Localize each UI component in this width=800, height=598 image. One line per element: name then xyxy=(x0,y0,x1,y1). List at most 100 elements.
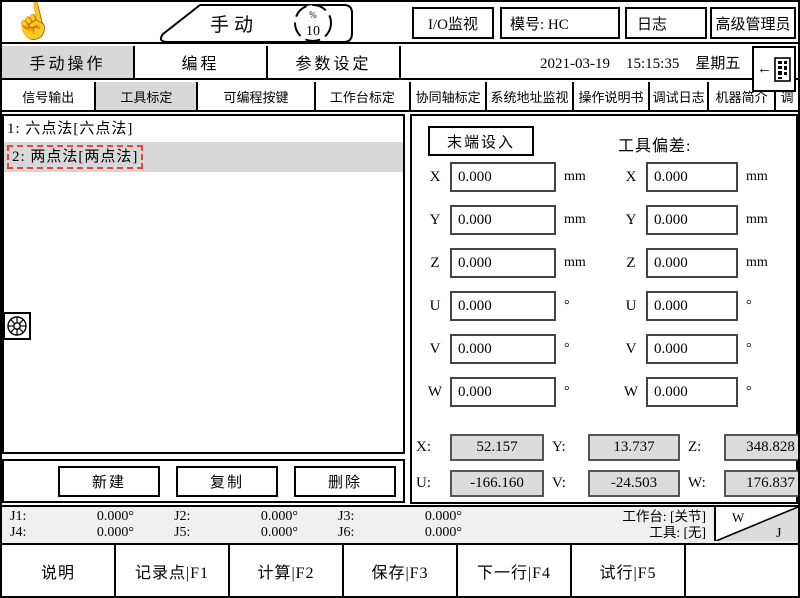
end-field-z-input[interactable] xyxy=(450,248,556,278)
top-bar: ☝ 手动 % 10 I/O监视 模号: HC 日志 高级管理员 xyxy=(2,2,798,44)
tab-programming[interactable]: 编程 xyxy=(135,46,268,78)
list-item-two-point[interactable]: 2: 两点法[两点法] xyxy=(4,142,403,172)
datetime-display: 2021-03-19 15:15:35 星期五 xyxy=(540,52,756,73)
end-field-v-input[interactable] xyxy=(450,334,556,364)
list-item-six-point[interactable]: 1: 六点法[六点法] xyxy=(4,116,403,142)
j1-label: J1: xyxy=(10,509,44,525)
time-text: 15:15:35 xyxy=(626,56,679,72)
tool-calibration-panel: 末端设入 工具偏差: Xmm Ymm Zmm U° V° W° Xmm Ymm … xyxy=(410,114,798,504)
coord-frame-toggle[interactable]: W J xyxy=(714,507,798,541)
axis-label: Y xyxy=(616,212,646,229)
save-key-f3[interactable]: 保存|F3 xyxy=(344,545,458,596)
log-button[interactable]: 日志 xyxy=(625,7,707,39)
end-field-w-input[interactable] xyxy=(450,377,556,407)
end-field-u-input[interactable] xyxy=(450,291,556,321)
j4-label: J4: xyxy=(10,525,44,541)
unit-label: ° xyxy=(564,298,590,314)
copy-button[interactable]: 复制 xyxy=(176,466,278,497)
live-y-value: 13.737 xyxy=(588,434,680,461)
list-actions-bar: 新建 复制 删除 xyxy=(2,459,405,503)
tool-offset-title: 工具偏差: xyxy=(618,132,691,156)
live-pose-values: X: 52.157 Y: 13.737 Z: 348.828 U: -166.1… xyxy=(416,434,800,497)
live-x-label: X: xyxy=(416,439,442,456)
tab-system-address-monitor[interactable]: 系统地址监视 xyxy=(487,82,574,110)
mode-banner: 手动 % 10 xyxy=(152,3,362,44)
tab-programmable-keys[interactable]: 可编程按键 xyxy=(198,82,316,110)
axis-label: X xyxy=(616,169,646,186)
next-line-key-f4[interactable]: 下一行|F4 xyxy=(458,545,572,596)
live-v-value: -24.503 xyxy=(588,470,680,497)
tab-parameter-settings[interactable]: 参数设定 xyxy=(268,46,401,78)
weekday-text: 星期五 xyxy=(695,56,740,72)
end-fields-column: Xmm Ymm Zmm U° V° W° xyxy=(420,162,590,407)
unit-label: mm xyxy=(564,255,590,271)
tab-workbench-calibration[interactable]: 工作台标定 xyxy=(316,82,411,110)
live-z-label: Z: xyxy=(688,439,716,456)
calculate-key-f2[interactable]: 计算|F2 xyxy=(230,545,344,596)
unit-label: mm xyxy=(746,169,772,185)
unit-label: ° xyxy=(746,341,772,357)
date-text: 2021-03-19 xyxy=(540,56,610,72)
admin-role-button[interactable]: 高级管理员 xyxy=(710,7,796,39)
axis-label: Z xyxy=(420,255,450,272)
j5-value: 0.000° xyxy=(208,525,302,541)
tool-mode: 工具: [无] xyxy=(622,525,706,541)
live-y-label: Y: xyxy=(552,439,580,456)
offset-field-w-input[interactable] xyxy=(646,377,738,407)
tab-tool-calibration[interactable]: 工具标定 xyxy=(96,82,198,110)
j2-label: J2: xyxy=(174,509,208,525)
trial-run-key-f5[interactable]: 试行|F5 xyxy=(572,545,686,596)
new-button[interactable]: 新建 xyxy=(58,466,160,497)
axis-label: X xyxy=(420,169,450,186)
help-key[interactable]: 说明 xyxy=(2,545,116,596)
end-set-button[interactable]: 末端设入 xyxy=(428,126,534,156)
axis-label: U xyxy=(420,298,450,315)
mode-label: 手动 xyxy=(210,14,258,36)
tab-sync-axis-calibration[interactable]: 协同轴标定 xyxy=(411,82,487,110)
delete-button[interactable]: 删除 xyxy=(294,466,396,497)
j2-value: 0.000° xyxy=(208,509,302,525)
j6-label: J6: xyxy=(338,525,372,541)
tab-operation-manual[interactable]: 操作说明书 xyxy=(574,82,650,110)
keypad-icon xyxy=(774,57,791,82)
record-point-key-f1[interactable]: 记录点|F1 xyxy=(116,545,230,596)
axis-label: U xyxy=(616,298,646,315)
pendant-screen: ☝ 手动 % 10 I/O监视 模号: HC 日志 高级管理员 手动操作 编程 … xyxy=(0,0,800,598)
empty-key[interactable] xyxy=(686,545,798,596)
jog-wheel-button[interactable] xyxy=(3,312,31,340)
keyboard-toggle-button[interactable]: ← xyxy=(752,46,796,92)
unit-label: ° xyxy=(746,298,772,314)
model-number-button[interactable]: 模号: HC xyxy=(500,7,620,39)
unit-label: mm xyxy=(746,212,772,228)
function-key-row: 说明 记录点|F1 计算|F2 保存|F3 下一行|F4 试行|F5 xyxy=(2,543,798,596)
tab-debug-log[interactable]: 调试日志 xyxy=(650,82,709,110)
end-field-x-input[interactable] xyxy=(450,162,556,192)
unit-label: mm xyxy=(564,169,590,185)
tab-signal-output[interactable]: 信号输出 xyxy=(2,82,96,110)
tab-manual-operation[interactable]: 手动操作 xyxy=(2,46,135,78)
unit-label: ° xyxy=(564,341,590,357)
speed-gauge-icon: % 10 xyxy=(295,5,331,41)
world-frame-label: W xyxy=(732,510,745,525)
unit-label: ° xyxy=(746,384,772,400)
sub-tab-row: 信号输出 工具标定 可编程按键 工作台标定 协同轴标定 系统地址监视 操作说明书… xyxy=(2,82,798,112)
offset-field-z-input[interactable] xyxy=(646,248,738,278)
j6-value: 0.000° xyxy=(372,525,466,541)
axis-label: Z xyxy=(616,255,646,272)
manual-hand-icon: ☝ xyxy=(8,0,58,48)
joint-values: J1:0.000° J2:0.000° J3:0.000° J4:0.000° … xyxy=(10,509,466,541)
offset-field-v-input[interactable] xyxy=(646,334,738,364)
offset-field-x-input[interactable] xyxy=(646,162,738,192)
workbench-mode: 工作台: [关节] xyxy=(622,509,706,525)
offset-field-u-input[interactable] xyxy=(646,291,738,321)
joint-frame-label: J xyxy=(776,526,782,541)
unit-label: mm xyxy=(746,255,772,271)
speed-value: 10 xyxy=(306,24,320,39)
offset-field-y-input[interactable] xyxy=(646,205,738,235)
coord-mode-texts: 工作台: [关节] 工具: [无] xyxy=(622,509,706,541)
live-z-value: 348.828 xyxy=(724,434,800,461)
io-monitor-button[interactable]: I/O监视 xyxy=(412,7,494,39)
end-field-y-input[interactable] xyxy=(450,205,556,235)
back-arrow-icon: ← xyxy=(757,61,772,78)
axis-label: V xyxy=(420,341,450,358)
